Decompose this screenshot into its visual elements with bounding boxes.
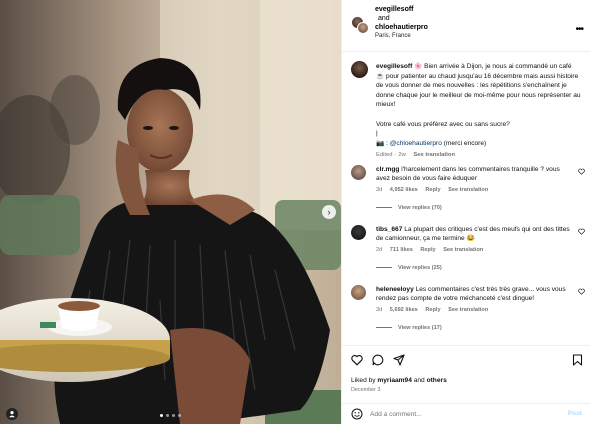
caption-camera: 📷 : xyxy=(376,139,388,147)
add-comment-bar: Post xyxy=(342,403,590,424)
comment-body: l'harcelement dans les commentaires tran… xyxy=(376,166,560,183)
post-date[interactable]: December 3 xyxy=(351,387,380,393)
liked-by-and: and xyxy=(413,377,425,384)
caption-age: 2w xyxy=(398,152,406,158)
comment-username-link[interactable]: clr.mgg xyxy=(376,166,399,173)
action-icons xyxy=(351,354,405,366)
view-replies-button[interactable]: View replies (25) xyxy=(376,265,442,271)
carousel-dot xyxy=(178,414,181,417)
view-replies-label: View replies (25) xyxy=(398,265,442,271)
comment-age: 2d xyxy=(376,247,383,253)
more-options-icon[interactable]: ••• xyxy=(575,24,583,35)
comment-input[interactable] xyxy=(370,408,550,421)
header-and-label: and xyxy=(378,15,390,22)
caption-username-link[interactable]: evegillesoff xyxy=(376,63,412,70)
comment-meta: 3d 5,692 likes Reply See translation xyxy=(376,307,494,313)
replies-line xyxy=(376,267,392,269)
view-replies-label: View replies (17) xyxy=(398,325,442,331)
avatar[interactable] xyxy=(351,225,366,240)
liked-by-text: Liked by myriaam94 and others xyxy=(351,377,447,384)
mention-link[interactable]: @chloehautierpro xyxy=(390,140,442,147)
caption-text: evegillesoff 🌸 Bien arrivée à Dijon, je … xyxy=(376,63,581,147)
comments-section[interactable]: evegillesoff 🌸 Bien arrivée à Dijon, je … xyxy=(342,53,590,345)
user-icon xyxy=(9,411,15,418)
post-actions: Liked by myriaam94 and others December 3… xyxy=(342,345,590,424)
avatar[interactable] xyxy=(351,165,366,180)
caption-question: Votre café vous préférez avec ou sans su… xyxy=(376,120,510,128)
see-translation-button[interactable]: See translation xyxy=(413,152,455,158)
tagged-users-button[interactable] xyxy=(6,408,18,420)
carousel-next-button[interactable]: › xyxy=(322,205,336,219)
comment-username-link[interactable]: heleneeloyy xyxy=(376,286,414,293)
share-icon[interactable] xyxy=(393,354,405,366)
carousel-dot xyxy=(160,414,163,417)
liked-by-prefix: Liked by xyxy=(351,377,376,384)
post-comment-button[interactable]: Post xyxy=(568,410,582,417)
comment-icon[interactable] xyxy=(372,354,384,366)
see-translation-button[interactable]: See translation xyxy=(448,187,488,193)
comment-meta: 2d 711 likes Reply See translation xyxy=(376,247,489,253)
comment-text: heleneeloyy Les commentaires c'est très … xyxy=(376,285,572,304)
replies-line xyxy=(376,327,392,329)
comment-body: La plupart des critiques c'est des meufs… xyxy=(376,226,570,243)
avatar[interactable] xyxy=(351,285,366,300)
reply-button[interactable]: Reply xyxy=(420,247,435,253)
like-comment-heart-icon[interactable] xyxy=(578,228,585,235)
replies-line xyxy=(376,207,392,209)
location-link[interactable]: Paris, France xyxy=(375,32,428,41)
comment-age: 3d xyxy=(376,187,383,193)
see-translation-button[interactable]: See translation xyxy=(443,247,483,253)
comment-likes-link[interactable]: 4,952 likes xyxy=(390,187,418,193)
avatar xyxy=(357,22,369,34)
comment-text: clr.mgg l'harcelement dans les commentai… xyxy=(376,165,572,184)
carousel-dot xyxy=(166,414,169,417)
like-comment-heart-icon[interactable] xyxy=(578,288,585,295)
bookmark-icon[interactable] xyxy=(572,354,583,366)
post-photo[interactable]: › xyxy=(0,0,341,424)
header-username-link[interactable]: chloehautierpro xyxy=(375,23,428,32)
carousel-indicator xyxy=(0,414,341,417)
reply-button[interactable]: Reply xyxy=(425,307,440,313)
collab-avatars[interactable] xyxy=(351,16,369,34)
caption-thanks: (merci encore) xyxy=(443,139,487,147)
comment-likes-link[interactable]: 711 likes xyxy=(390,247,413,253)
carousel-dot xyxy=(172,414,175,417)
comment-age: 3d xyxy=(376,307,383,313)
photo-scene xyxy=(0,0,341,424)
heart-icon[interactable] xyxy=(351,354,363,366)
edited-label: Edited xyxy=(376,152,393,158)
post-side-panel: evegillesoff and chloehautierpro Paris, … xyxy=(341,0,590,424)
view-replies-label: View replies (70) xyxy=(398,205,442,211)
liked-by-user-link[interactable]: myriaam94 xyxy=(377,377,411,384)
emoji-icon[interactable] xyxy=(351,408,363,420)
comment-text: tibs_667 La plupart des critiques c'est … xyxy=(376,225,572,244)
reply-button[interactable]: Reply xyxy=(425,187,440,193)
avatar[interactable] xyxy=(351,61,368,78)
header-username-link[interactable]: evegillesoff xyxy=(375,5,428,14)
view-replies-button[interactable]: View replies (17) xyxy=(376,325,442,331)
post-header: evegillesoff and chloehautierpro Paris, … xyxy=(342,0,590,52)
see-translation-button[interactable]: See translation xyxy=(448,307,488,313)
comment-username-link[interactable]: tibs_667 xyxy=(376,226,402,233)
like-comment-heart-icon[interactable] xyxy=(578,168,585,175)
view-replies-button[interactable]: View replies (70) xyxy=(376,205,442,211)
header-names: evegillesoff and chloehautierpro Paris, … xyxy=(375,5,428,41)
instagram-post-view: › evegillesoff and chloehautierpro Paris… xyxy=(0,0,590,424)
comment-likes-link[interactable]: 5,692 likes xyxy=(390,307,418,313)
comment-meta: 3d 4,952 likes Reply See translation xyxy=(376,187,494,193)
liked-by-others-link[interactable]: others xyxy=(427,377,447,384)
caption-meta: Edited · 2w See translation xyxy=(376,152,455,158)
